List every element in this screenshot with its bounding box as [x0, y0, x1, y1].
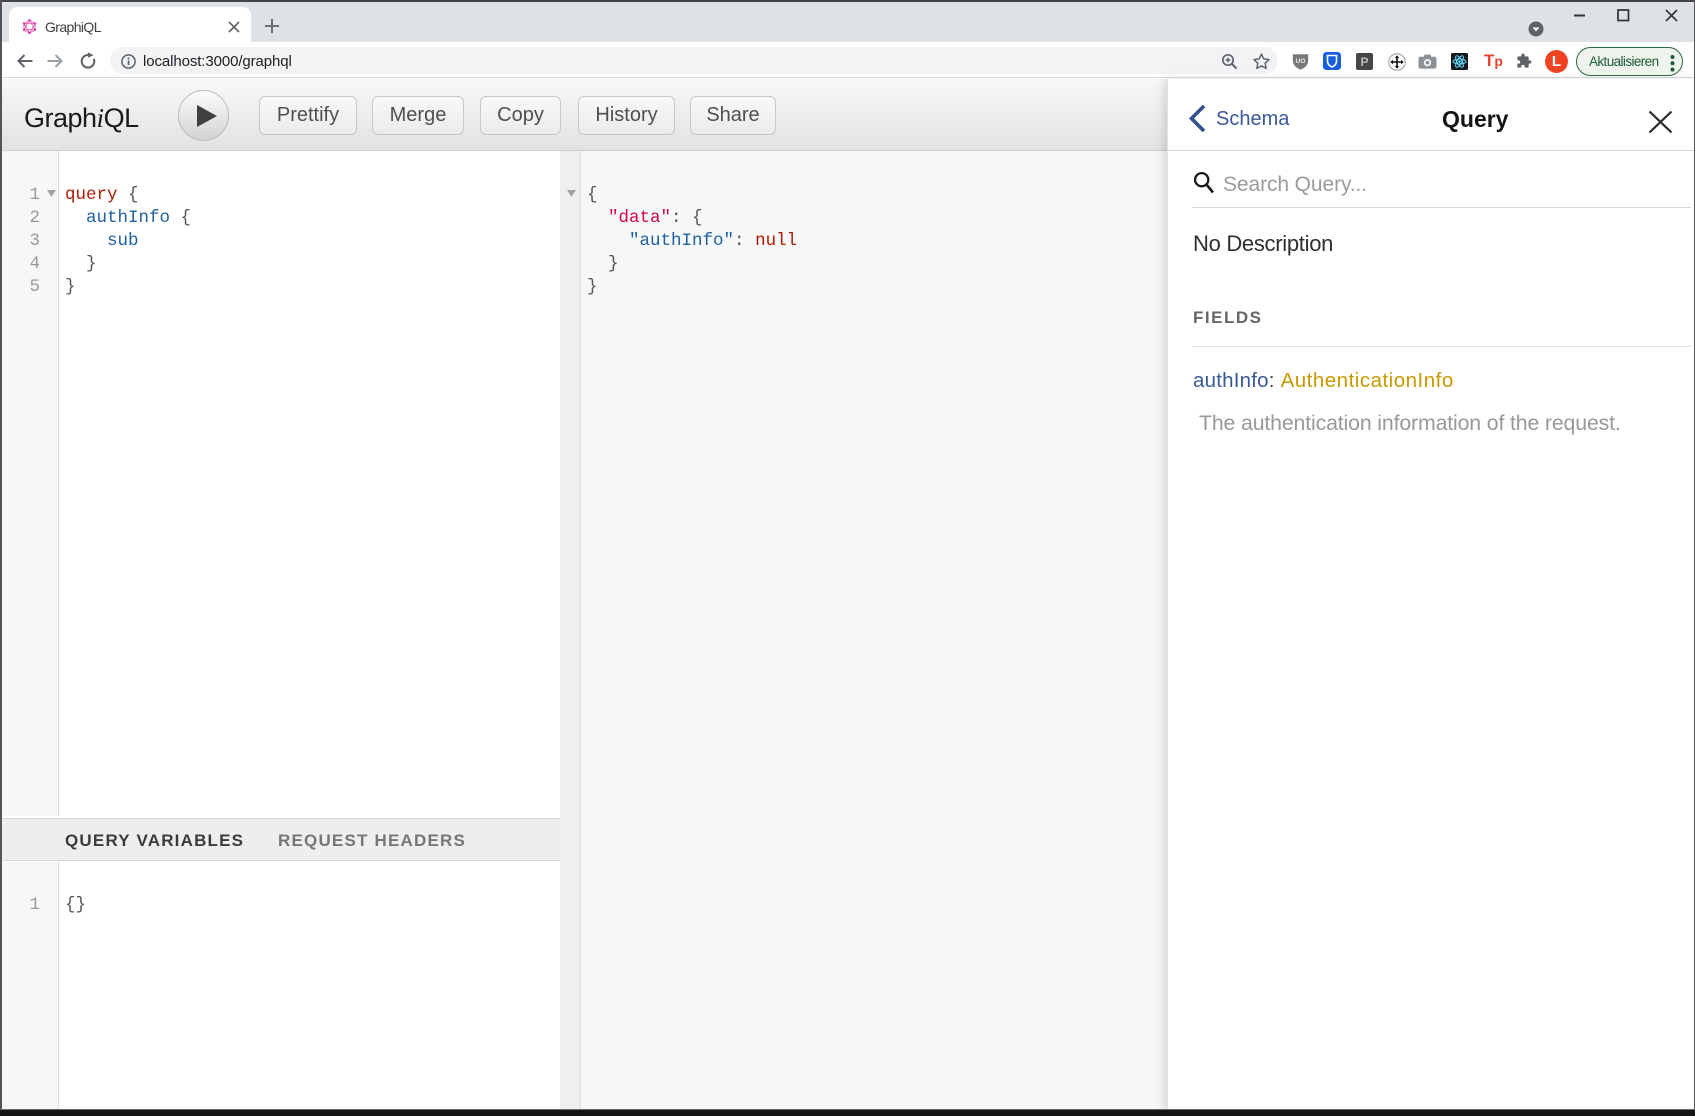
svg-text:P: P [1360, 55, 1368, 69]
svg-text:UO: UO [1296, 58, 1306, 65]
